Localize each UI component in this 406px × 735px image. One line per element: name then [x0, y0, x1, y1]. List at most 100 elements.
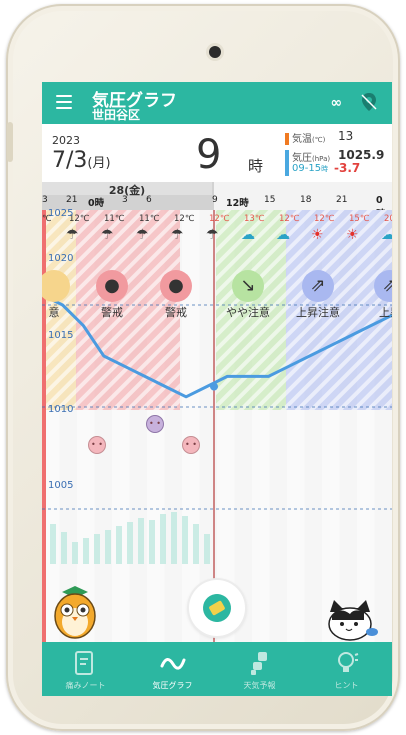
front-camera [209, 46, 221, 58]
temp-unit: (℃) [312, 136, 326, 144]
time-strip[interactable]: 28(金) 3210時36912時1518210時 [42, 182, 392, 220]
current-point [210, 382, 218, 391]
y-axis-label: 1010 [48, 404, 74, 415]
alert-icon [42, 270, 70, 302]
nav-item-hint[interactable]: ヒント [303, 642, 390, 696]
change-bar [138, 518, 144, 564]
bottom-nav: 痛みノート 気圧グラフ 天気予報 ヒント [42, 642, 392, 696]
delta-range-text: 09-15 [292, 163, 322, 174]
owl-mascot[interactable] [52, 586, 98, 644]
cloud-icon: ☁ [276, 227, 290, 243]
hour-temp: 15℃ [349, 214, 370, 224]
y-axis-label: 1005 [48, 480, 74, 491]
glasses-icon[interactable]: ∞ [330, 95, 342, 111]
pressure-label: 気圧(hPa) [292, 149, 330, 164]
nav-label: 天気予報 [243, 681, 276, 690]
hour-temp: 11℃ [139, 214, 160, 224]
alert-label: 警戒 [101, 306, 123, 319]
time-tick: 21 [66, 195, 78, 205]
nav-label: 痛みノート [65, 681, 106, 690]
side-button [7, 122, 13, 162]
time-tick: 6 [146, 195, 152, 205]
pressure-chart[interactable]: ℃12℃11℃11℃12℃12℃13℃12℃12℃15℃20 ☂☂☂☂☂☁☁☀☀… [42, 208, 392, 642]
delta-range: 09-15時 [292, 163, 328, 174]
change-bar [182, 516, 188, 564]
time-tick: 0時 [88, 198, 105, 209]
sun-icon: ☀ [346, 227, 359, 243]
weekday: (月) [87, 156, 111, 171]
hour: 9 [196, 132, 222, 178]
change-bar [105, 530, 111, 564]
record-pain-button[interactable] [189, 580, 245, 636]
pressure-value: 1025.9 [338, 148, 385, 162]
app-screen: 気圧グラフ 世田谷区 ∞ 2023 7/3(月) 9 時 気温(℃) 13 気圧… [42, 82, 392, 696]
pain-face-icon[interactable]: • • [146, 415, 164, 433]
alert-badge[interactable]: ● 警戒 [146, 270, 206, 320]
alert-label: 上昇注意 [296, 306, 340, 319]
alert-badge[interactable]: ↘ やや注意 [218, 270, 278, 320]
nav-label: 気圧グラフ [152, 681, 193, 690]
alert-label: 上昇 [379, 306, 392, 319]
temp-label-text: 気温 [292, 134, 312, 145]
sun-icon: ☀ [311, 227, 324, 243]
nav-item-pain-note[interactable]: 痛みノート [42, 642, 129, 696]
pencil-icon [197, 588, 237, 628]
nav-item-pressure-graph[interactable]: 気圧グラフ [129, 642, 216, 696]
temp-value: 13 [338, 129, 354, 143]
time-tick: 3 [42, 195, 48, 205]
hour-temp: 12℃ [209, 214, 230, 224]
time-tick: 15 [264, 195, 276, 205]
cat-mascot[interactable] [324, 598, 378, 642]
alert-label: やや注意 [226, 306, 270, 319]
time-tick: 9 [212, 195, 218, 205]
temp-label: 気温(℃) [285, 130, 325, 145]
hour-temp: 13℃ [244, 214, 265, 224]
y-axis-label: 1015 [48, 330, 74, 341]
arrow-up-icon: ⇗ [302, 270, 334, 302]
change-bar [94, 534, 100, 564]
pressure-bar [285, 150, 289, 176]
alert-badge[interactable]: ● 警戒 [82, 270, 142, 320]
cloud-icon: ☁ [241, 227, 255, 243]
wave-icon [160, 658, 186, 670]
change-bar [83, 538, 89, 564]
change-bar [116, 526, 122, 564]
change-bar [127, 522, 133, 564]
current-info: 2023 7/3(月) 9 時 気温(℃) 13 気圧(hPa) 1025.9 … [42, 124, 392, 182]
alert-badge[interactable]: ⇗ 上昇注意 [288, 270, 348, 320]
weather-icon [251, 652, 267, 675]
alert-badge[interactable]: ⇗ 上昇 [360, 270, 392, 320]
phone-frame: 気圧グラフ 世田谷区 ∞ 2023 7/3(月) 9 時 気温(℃) 13 気圧… [6, 4, 400, 731]
pain-face-icon[interactable]: • • [88, 436, 106, 454]
umbrella-icon: ☂ [206, 227, 219, 243]
menu-icon[interactable] [56, 95, 72, 109]
pressure-unit: (hPa) [312, 155, 331, 163]
bulb-icon [338, 652, 359, 672]
change-bar [171, 512, 177, 564]
change-bar [160, 514, 166, 564]
hour-temp: 20 [384, 214, 392, 224]
date: 7/3(月) [52, 148, 111, 173]
time-tick: 12時 [226, 198, 249, 209]
hour-temp: 12℃ [174, 214, 195, 224]
alert-badge[interactable]: 意 [42, 270, 84, 320]
location-name[interactable]: 世田谷区 [92, 106, 140, 123]
change-bar [149, 520, 155, 564]
delta-value: -3.7 [334, 161, 361, 175]
nav-label: ヒント [334, 681, 359, 690]
pain-face-icon[interactable]: • • [182, 436, 200, 454]
alert-label: 警戒 [165, 306, 187, 319]
time-tick: 18 [300, 195, 312, 205]
hour-unit: 時 [248, 157, 264, 175]
umbrella-icon: ☂ [101, 227, 114, 243]
year: 2023 [52, 134, 80, 147]
change-bar [50, 524, 56, 564]
hour-temp: 11℃ [104, 214, 125, 224]
hour-temp: 12℃ [279, 214, 300, 224]
nav-item-weather[interactable]: 天気予報 [216, 642, 303, 696]
change-bar [72, 542, 78, 564]
cloud-icon: ☁ [381, 227, 392, 243]
hour-temp: 12℃ [314, 214, 335, 224]
delta-unit: 時 [321, 165, 329, 173]
location-pin-icon[interactable] [360, 92, 378, 112]
